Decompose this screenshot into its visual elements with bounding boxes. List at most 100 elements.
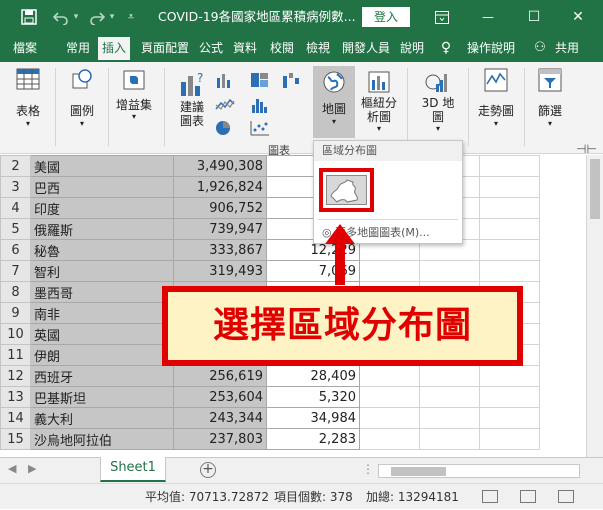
country-cell[interactable]: 西班牙 bbox=[30, 365, 174, 387]
login-button[interactable]: 登入 bbox=[362, 7, 410, 27]
row-header[interactable]: 12 bbox=[0, 365, 31, 387]
country-cell[interactable]: 巴基斯坦 bbox=[30, 386, 174, 408]
cases-cell[interactable]: 319,493 bbox=[173, 260, 267, 282]
save-icon[interactable] bbox=[18, 0, 40, 34]
row-header[interactable]: 15 bbox=[0, 428, 31, 450]
add-sheet-icon[interactable]: + bbox=[200, 462, 216, 478]
country-cell[interactable]: 英國 bbox=[30, 323, 174, 345]
country-cell[interactable]: 印度 bbox=[30, 197, 174, 219]
empty-cell[interactable] bbox=[419, 386, 480, 408]
line-chart-icon[interactable] bbox=[215, 97, 235, 113]
empty-cell[interactable] bbox=[359, 365, 420, 387]
row-header[interactable]: 5 bbox=[0, 218, 31, 240]
scroll-left-icon[interactable]: ◀ bbox=[8, 462, 16, 475]
row-header[interactable]: 8 bbox=[0, 281, 31, 303]
maps-button[interactable]: 地圖 ▾ bbox=[313, 66, 355, 138]
empty-cell[interactable] bbox=[479, 365, 540, 387]
empty-cell[interactable] bbox=[419, 407, 480, 429]
cases-cell[interactable]: 739,947 bbox=[173, 218, 267, 240]
normal-view-icon[interactable] bbox=[482, 490, 498, 503]
row-header[interactable]: 13 bbox=[0, 386, 31, 408]
tab-help[interactable]: 說明 bbox=[397, 34, 427, 62]
empty-cell[interactable] bbox=[479, 386, 540, 408]
close-button[interactable]: ✕ bbox=[568, 0, 588, 34]
cases-cell[interactable]: 237,803 bbox=[173, 428, 267, 450]
row-header[interactable]: 4 bbox=[0, 197, 31, 219]
row-header[interactable]: 14 bbox=[0, 407, 31, 429]
country-cell[interactable]: 秘魯 bbox=[30, 239, 174, 261]
row-header[interactable]: 11 bbox=[0, 344, 31, 366]
pivot-chart-button[interactable]: 樞紐分析圖 ▾ bbox=[355, 70, 403, 133]
country-cell[interactable]: 伊朗 bbox=[30, 344, 174, 366]
empty-cell[interactable] bbox=[419, 260, 480, 282]
tab-data[interactable]: 資料 bbox=[229, 34, 261, 62]
tab-developer[interactable]: 開發人員 bbox=[337, 34, 395, 62]
filled-map-option[interactable] bbox=[319, 168, 374, 212]
tab-insert[interactable]: 插入 bbox=[98, 37, 130, 62]
vertical-scroll-thumb[interactable] bbox=[590, 159, 600, 219]
deaths-cell[interactable]: 5,320 bbox=[266, 386, 360, 408]
recommended-charts-button[interactable]: ? 建議圖表 bbox=[170, 70, 214, 128]
deaths-cell[interactable]: 34,984 bbox=[266, 407, 360, 429]
share-button[interactable]: 共用 bbox=[552, 34, 582, 62]
horizontal-scrollbar[interactable] bbox=[378, 464, 580, 478]
empty-cell[interactable] bbox=[359, 428, 420, 450]
sheet-tab-sheet1[interactable]: Sheet1 bbox=[100, 457, 166, 482]
tab-page-layout[interactable]: 頁面配置 bbox=[134, 34, 196, 62]
empty-cell[interactable] bbox=[479, 197, 540, 219]
vertical-scrollbar[interactable] bbox=[586, 155, 603, 457]
column-chart-icon[interactable] bbox=[215, 72, 235, 88]
empty-cell[interactable] bbox=[479, 239, 540, 261]
country-cell[interactable]: 美國 bbox=[30, 155, 174, 177]
undo-icon[interactable] bbox=[50, 0, 72, 34]
row-header[interactable]: 2 bbox=[0, 155, 31, 177]
horizontal-scroll-thumb[interactable] bbox=[391, 467, 446, 476]
minimize-button[interactable]: — bbox=[478, 0, 498, 34]
cases-cell[interactable]: 256,619 bbox=[173, 365, 267, 387]
tab-file[interactable]: 檔案 bbox=[8, 34, 42, 62]
row-header[interactable]: 10 bbox=[0, 323, 31, 345]
country-cell[interactable]: 義大利 bbox=[30, 407, 174, 429]
country-cell[interactable]: 南非 bbox=[30, 302, 174, 324]
empty-cell[interactable] bbox=[479, 260, 540, 282]
country-cell[interactable]: 沙烏地阿拉伯 bbox=[30, 428, 174, 450]
statistic-chart-icon[interactable] bbox=[250, 97, 270, 113]
ribbon-display-icon[interactable] bbox=[432, 0, 452, 34]
empty-cell[interactable] bbox=[479, 428, 540, 450]
empty-cell[interactable] bbox=[359, 386, 420, 408]
row-header[interactable]: 7 bbox=[0, 260, 31, 282]
tab-formulas[interactable]: 公式 bbox=[196, 34, 226, 62]
pin-ribbon-icon[interactable]: ⊣⊢ bbox=[576, 142, 597, 156]
cases-cell[interactable]: 1,926,824 bbox=[173, 176, 267, 198]
addins-button[interactable]: 增益集 ▾ bbox=[114, 68, 154, 121]
cases-cell[interactable]: 243,344 bbox=[173, 407, 267, 429]
empty-cell[interactable] bbox=[419, 365, 480, 387]
undo-dropdown-icon[interactable]: ▾ bbox=[70, 0, 82, 34]
split-handle-icon[interactable]: ⋮ bbox=[362, 462, 374, 476]
tab-review[interactable]: 校閱 bbox=[266, 34, 298, 62]
cases-cell[interactable]: 253,604 bbox=[173, 386, 267, 408]
cases-cell[interactable]: 333,867 bbox=[173, 239, 267, 261]
page-break-view-icon[interactable] bbox=[558, 490, 574, 503]
waterfall-chart-icon[interactable] bbox=[282, 72, 302, 88]
scroll-right-icon[interactable]: ▶ bbox=[28, 462, 36, 475]
tab-home[interactable]: 常用 bbox=[62, 34, 94, 62]
customize-icon[interactable]: ⩡ bbox=[124, 0, 138, 34]
deaths-cell[interactable]: 2,283 bbox=[266, 428, 360, 450]
scatter-chart-icon[interactable] bbox=[250, 120, 270, 136]
deaths-cell[interactable]: 28,409 bbox=[266, 365, 360, 387]
pie-chart-icon[interactable] bbox=[215, 120, 235, 136]
cases-cell[interactable]: 906,752 bbox=[173, 197, 267, 219]
empty-cell[interactable] bbox=[479, 176, 540, 198]
row-header[interactable]: 3 bbox=[0, 176, 31, 198]
empty-cell[interactable] bbox=[479, 155, 540, 177]
row-header[interactable]: 6 bbox=[0, 239, 31, 261]
illustrations-button[interactable]: 圖例 ▾ bbox=[62, 68, 102, 128]
country-cell[interactable]: 智利 bbox=[30, 260, 174, 282]
redo-dropdown-icon[interactable]: ▾ bbox=[106, 0, 118, 34]
cases-cell[interactable]: 3,490,308 bbox=[173, 155, 267, 177]
empty-cell[interactable] bbox=[419, 428, 480, 450]
sparklines-button[interactable]: 走勢圖 ▾ bbox=[474, 68, 518, 128]
hierarchy-chart-icon[interactable] bbox=[250, 72, 270, 88]
3d-map-button[interactable]: 3D 地圖 ▾ bbox=[414, 70, 462, 133]
